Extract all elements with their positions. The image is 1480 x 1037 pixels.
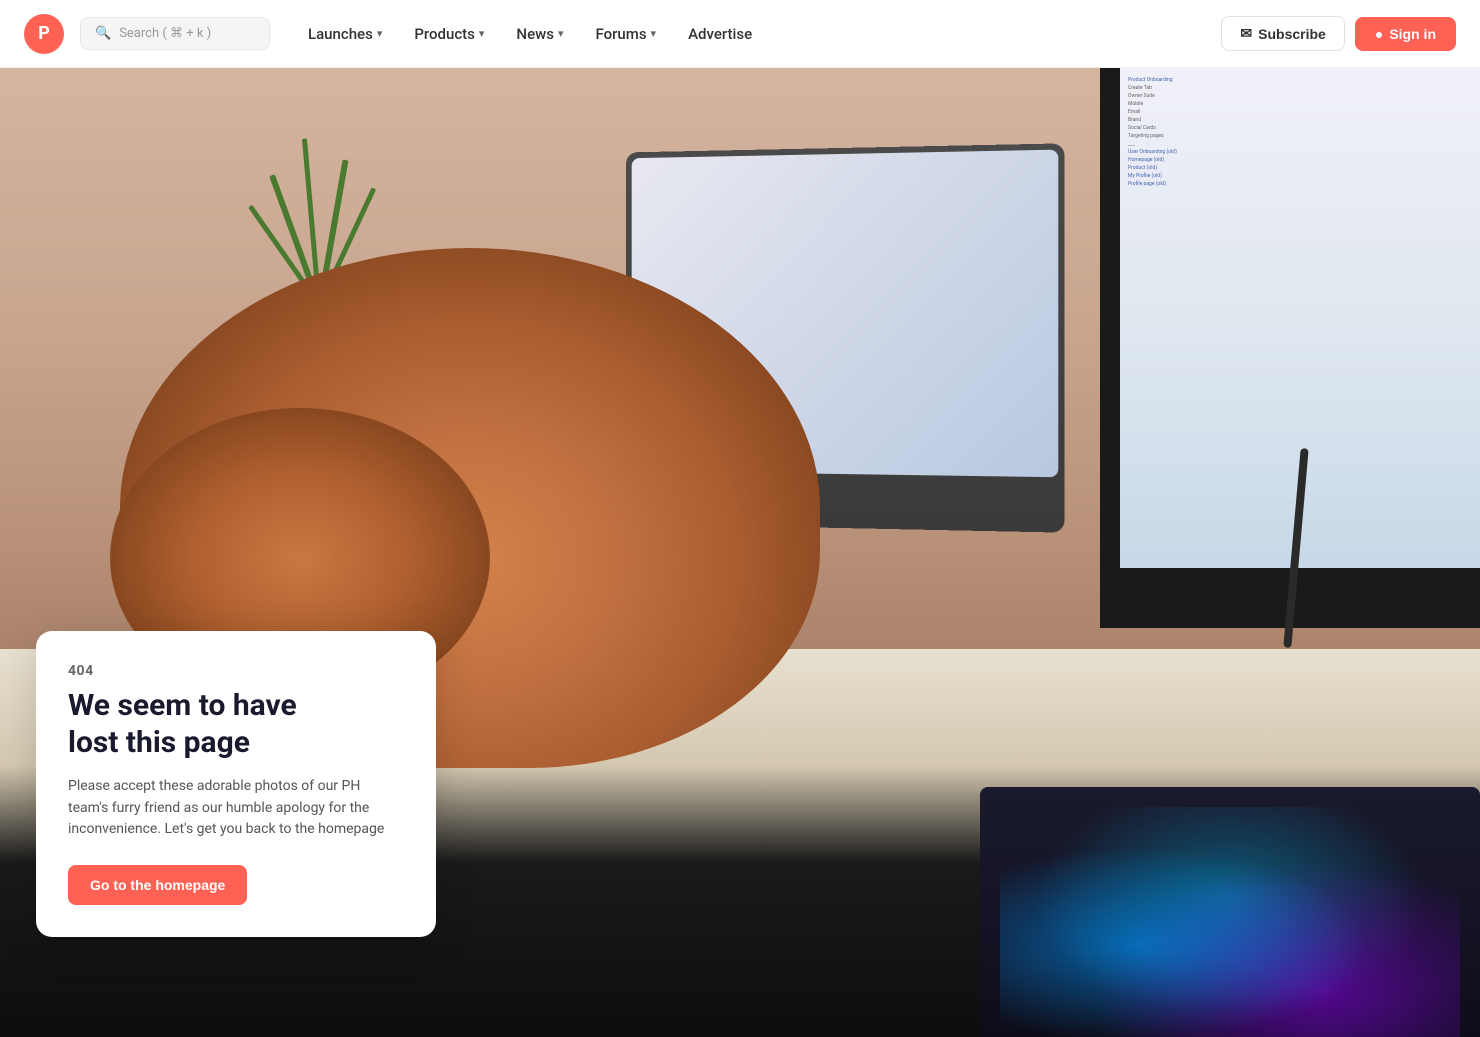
keyboard-rgb-glow [1000, 807, 1460, 1037]
nav-advertise-label: Advertise [688, 25, 752, 43]
nav-item-advertise[interactable]: Advertise [674, 17, 766, 51]
subscribe-button[interactable]: ✉ Subscribe [1221, 16, 1344, 51]
signin-button[interactable]: ● Sign in [1355, 17, 1456, 51]
nav-news-label: News [516, 25, 554, 43]
nav-item-products[interactable]: Products ▾ [400, 17, 498, 51]
nav-items: Launches ▾ Products ▾ News ▾ Forums ▾ Ad… [294, 17, 1213, 51]
logo-letter: P [38, 23, 50, 44]
hero-background: Product Onboarding Create Tab Owner Suit… [0, 68, 1480, 1037]
signin-label: Sign in [1389, 26, 1436, 42]
nav-products-label: Products [414, 25, 475, 43]
nav-launches-label: Launches [308, 25, 373, 43]
search-icon: 🔍 [95, 26, 111, 41]
nav-item-forums[interactable]: Forums ▾ [581, 17, 670, 51]
error-title: We seem to have lost this page [68, 687, 404, 762]
monitor-content: Product Onboarding Create Tab Owner Suit… [1120, 68, 1480, 196]
chevron-down-icon: ▾ [377, 27, 383, 40]
monitor: Product Onboarding Create Tab Owner Suit… [1100, 68, 1480, 628]
subscribe-icon: ✉ [1240, 25, 1252, 42]
chevron-down-icon: ▾ [651, 27, 657, 40]
go-to-homepage-button[interactable]: Go to the homepage [68, 865, 247, 905]
navbar: P 🔍 Search ( ⌘ + k ) Launches ▾ Products… [0, 0, 1480, 68]
chevron-down-icon: ▾ [479, 27, 485, 40]
subscribe-label: Subscribe [1258, 26, 1326, 42]
error-code: 404 [68, 663, 404, 679]
search-placeholder: Search ( ⌘ + k ) [119, 26, 211, 41]
error-title-line2: lost this page [68, 725, 250, 760]
chevron-down-icon: ▾ [558, 27, 564, 40]
nav-right: ✉ Subscribe ● Sign in [1221, 16, 1456, 51]
search-box[interactable]: 🔍 Search ( ⌘ + k ) [80, 17, 270, 50]
error-card: 404 We seem to have lost this page Pleas… [36, 631, 436, 937]
signin-icon: ● [1375, 26, 1383, 42]
error-title-line1: We seem to have [68, 688, 297, 723]
keyboard [980, 787, 1480, 1037]
nav-forums-label: Forums [595, 25, 646, 43]
nav-item-launches[interactable]: Launches ▾ [294, 17, 396, 51]
nav-item-news[interactable]: News ▾ [502, 17, 577, 51]
error-description: Please accept these adorable photos of o… [68, 776, 404, 841]
logo[interactable]: P [24, 14, 64, 54]
